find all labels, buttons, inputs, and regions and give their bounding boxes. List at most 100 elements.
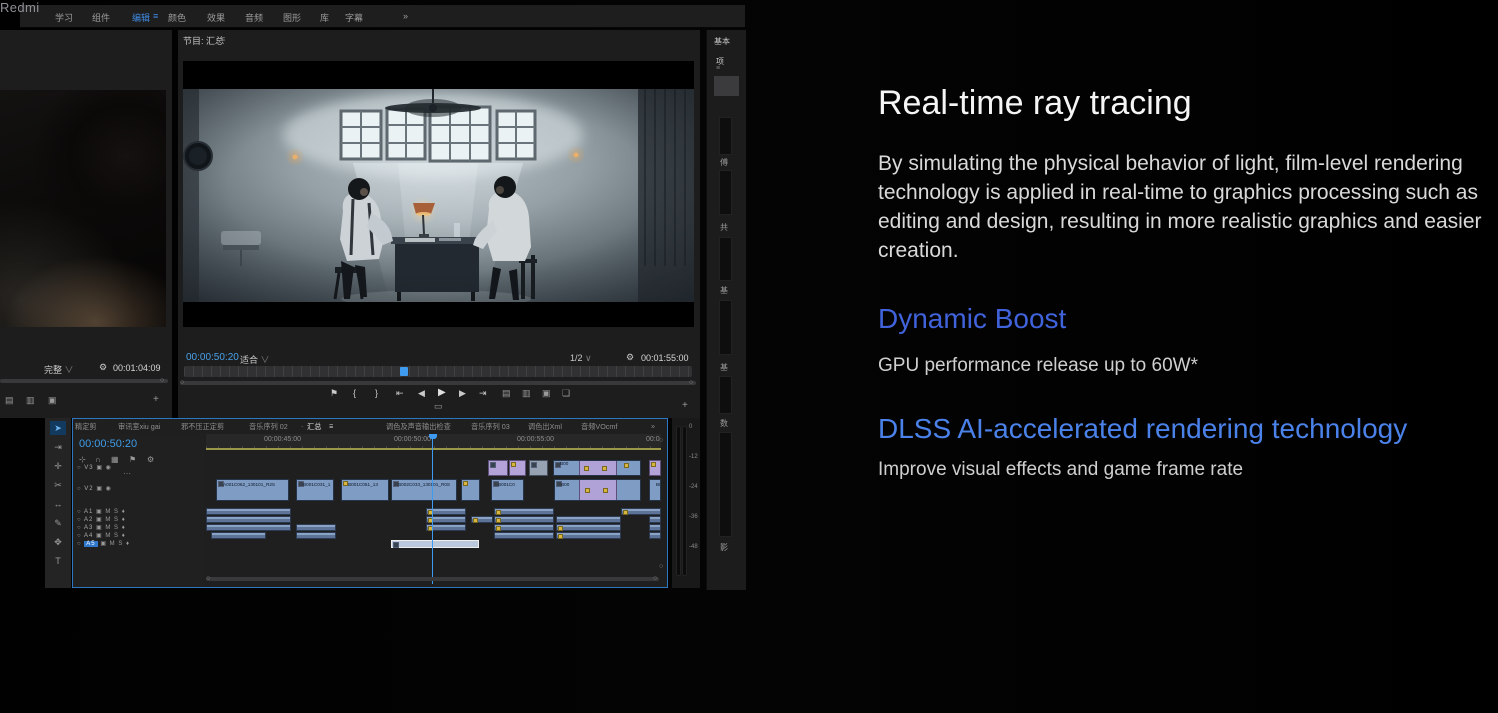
audio-clip[interactable]: [556, 524, 621, 531]
audio-clip[interactable]: [471, 516, 493, 523]
dock-label-essential-graphics[interactable]: 基本: [714, 36, 730, 47]
timeline-clip[interactable]: [649, 460, 661, 476]
program-scroll-right-icon[interactable]: ○: [689, 381, 693, 385]
timeline-playhead-head[interactable]: [429, 434, 437, 439]
selection-tool-icon[interactable]: ➤: [50, 421, 66, 435]
timeline-tab[interactable]: 音频VOcmf: [581, 422, 617, 432]
track-header-a2[interactable]: ○ A2 ▣ M S ♦: [77, 516, 126, 523]
program-resolution-dropdown[interactable]: 1/2 ∨: [570, 353, 592, 364]
timeline-current-timecode[interactable]: 00:00:50:20: [79, 438, 137, 450]
source-overwrite-icon[interactable]: ▥: [26, 395, 35, 406]
menu-item-assembly[interactable]: 组件: [92, 11, 110, 24]
menu-item-editing[interactable]: 编辑: [132, 11, 150, 24]
dock-collapsed-panel[interactable]: [719, 376, 732, 414]
go-to-in-icon[interactable]: ⇤: [396, 388, 404, 399]
audio-clip[interactable]: [494, 516, 554, 523]
track-select-tool-icon[interactable]: ⇥: [50, 440, 66, 454]
timeline-vscroll-bottom-icon[interactable]: ○: [659, 565, 663, 569]
menu-item-libraries[interactable]: 库: [320, 11, 329, 24]
timeline-tab[interactable]: 音乐序列 02: [249, 422, 288, 432]
audio-clip[interactable]: [494, 524, 554, 531]
link-selection-icon[interactable]: ⊹: [79, 455, 86, 464]
razor-tool-icon[interactable]: ✂: [50, 478, 66, 492]
hand-tool-icon[interactable]: ✥: [50, 535, 66, 549]
dock-collapsed-panel[interactable]: [719, 170, 732, 215]
audio-clip[interactable]: [206, 524, 291, 531]
timeline-clip[interactable]: B001C051_13: [341, 479, 389, 501]
source-scrollbar[interactable]: [0, 379, 168, 383]
menu-item-captions[interactable]: 字幕: [345, 11, 363, 24]
program-fit-dropdown[interactable]: 适合 ∨: [240, 353, 270, 366]
timeline-tab-active[interactable]: 汇总: [307, 422, 321, 432]
track-header-a5-selected[interactable]: ○ A5 ▣ M S ♦: [77, 540, 130, 547]
audio-clip[interactable]: [494, 532, 554, 539]
timeline-tab-menu-icon[interactable]: ≡: [329, 422, 333, 430]
audio-clip[interactable]: [649, 524, 661, 531]
dock-collapsed-panel[interactable]: [719, 237, 732, 281]
menu-item-effects[interactable]: 效果: [207, 11, 225, 24]
program-settings-wrench-icon[interactable]: ⚙: [626, 352, 634, 363]
timeline-tab[interactable]: 精定剪: [75, 422, 97, 432]
ripple-edit-tool-icon[interactable]: ✛: [50, 459, 66, 473]
add-marker-icon[interactable]: ⚑: [330, 388, 338, 399]
program-scrollbar[interactable]: [180, 381, 696, 385]
audio-clip[interactable]: [494, 508, 554, 515]
track-header-v2[interactable]: ○ V2 ▣ ◉: [77, 485, 112, 492]
timeline-clip[interactable]: B00: [553, 460, 641, 476]
comparison-view-icon[interactable]: ❏: [562, 388, 570, 399]
menu-item-graphics[interactable]: 图形: [283, 11, 301, 24]
audio-clip[interactable]: [556, 516, 621, 523]
go-to-out-icon[interactable]: ⇥: [479, 388, 487, 399]
timeline-scroll-right-icon[interactable]: ○: [653, 577, 657, 581]
lift-icon[interactable]: ▤: [502, 388, 511, 399]
source-add-button-icon[interactable]: +: [153, 394, 159, 405]
menu-overflow-icon[interactable]: »: [403, 11, 408, 21]
source-export-frame-icon[interactable]: ▣: [48, 395, 57, 406]
work-area-bar[interactable]: [206, 448, 661, 450]
track-header-a4[interactable]: ○ A4 ▣ M S ♦: [77, 532, 126, 539]
timeline-clip[interactable]: B001C0: [491, 479, 524, 501]
timeline-vscroll-top-icon[interactable]: ○: [659, 439, 663, 443]
timeline-clip[interactable]: [461, 479, 480, 501]
program-panel-menu-icon[interactable]: ≡: [220, 34, 225, 44]
step-back-icon[interactable]: ◀: [418, 388, 425, 399]
audio-clip-selected[interactable]: [391, 540, 479, 548]
menu-icon-editing-options[interactable]: ≡: [153, 11, 158, 21]
timeline-clip[interactable]: B00: [554, 479, 641, 501]
timeline-clip[interactable]: [529, 460, 548, 476]
source-settings-wrench-icon[interactable]: ⚙: [99, 362, 107, 373]
timeline-tab[interactable]: 音乐序列 03: [471, 422, 510, 432]
audio-clip[interactable]: [649, 516, 661, 523]
extract-icon[interactable]: ▥: [522, 388, 531, 399]
program-add-button-icon[interactable]: +: [682, 400, 688, 411]
timeline-tab[interactable]: 审讯室xiu gai: [118, 422, 160, 432]
track-header-a1[interactable]: ○ A1 ▣ M S ♦: [77, 508, 126, 515]
timeline-tab[interactable]: 邪不压正定剪: [181, 422, 224, 432]
program-scrub-bar[interactable]: [184, 366, 692, 377]
source-scroll-handle-icon[interactable]: ○: [160, 379, 164, 383]
menu-item-color[interactable]: 颜色: [168, 11, 186, 24]
timeline-clip[interactable]: B002C033_130101_R0S: [391, 479, 457, 501]
audio-clip[interactable]: [206, 508, 291, 515]
track-header-a3[interactable]: ○ A3 ▣ M S ♦: [77, 524, 126, 531]
mark-in-icon[interactable]: {: [353, 388, 356, 398]
timeline-settings-wrench-icon[interactable]: ⚙: [147, 455, 154, 464]
timeline-playhead-line[interactable]: [432, 434, 433, 584]
audio-clip[interactable]: [206, 516, 291, 523]
mark-out-icon[interactable]: }: [375, 388, 378, 398]
slip-tool-icon[interactable]: ↔: [50, 497, 66, 511]
track-header-v3[interactable]: ○ V3 ▣ ◉: [77, 464, 112, 471]
timeline-clip[interactable]: A001C062_130101_R2S: [216, 479, 289, 501]
program-playhead-handle[interactable]: [400, 367, 408, 376]
timeline-clip[interactable]: [509, 460, 526, 476]
audio-clip[interactable]: [296, 524, 336, 531]
timeline-clip[interactable]: B001C031_1: [296, 479, 334, 501]
timeline-scroll-left-icon[interactable]: ○: [206, 577, 210, 581]
audio-clip[interactable]: [211, 532, 266, 539]
audio-clip[interactable]: [556, 532, 621, 539]
step-forward-icon[interactable]: ▶: [459, 388, 466, 399]
timeline-marker-icon[interactable]: ⚑: [129, 455, 136, 464]
audio-clip[interactable]: [296, 532, 336, 539]
play-button-icon[interactable]: ▶: [438, 387, 446, 398]
timeline-tab[interactable]: 调色及声音输出检查: [386, 422, 451, 432]
